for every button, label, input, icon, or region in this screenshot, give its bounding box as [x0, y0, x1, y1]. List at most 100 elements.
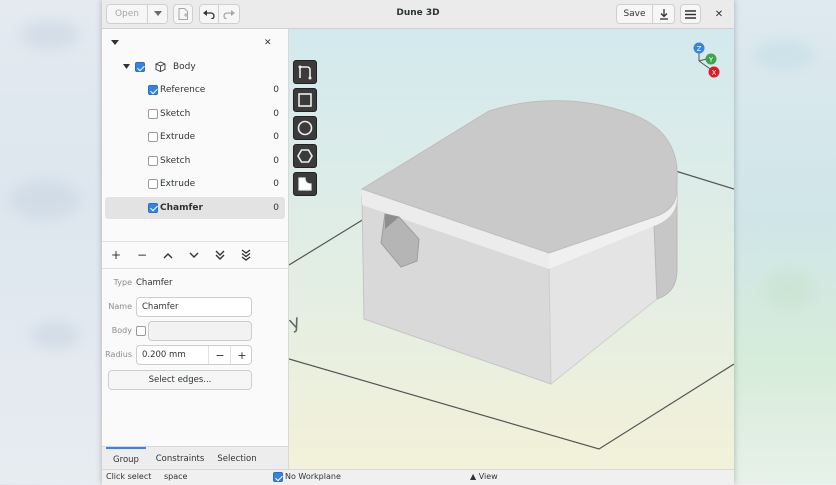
tool-hexagon[interactable]	[293, 144, 317, 168]
draw-path-icon	[298, 65, 312, 80]
group-count: 0	[273, 85, 279, 95]
remove-group-button[interactable]: −	[134, 247, 150, 263]
ground-label: y	[289, 311, 304, 334]
tree-row-group[interactable]: Sketch 0	[105, 103, 285, 125]
type-label: Type	[113, 278, 132, 287]
3d-viewport[interactable]: y Z Y X	[289, 29, 734, 469]
model-canvas: y	[289, 100, 734, 450]
group-label: Sketch	[160, 155, 191, 166]
y-axis-label: Y	[708, 56, 714, 64]
tree-toolbar: + −	[102, 241, 288, 269]
tab-selection-label: Selection	[217, 453, 257, 464]
tree-row-group[interactable]: Extrude 0	[105, 126, 285, 148]
workplane-label: No Workplane	[285, 472, 341, 481]
tab-group-label: Group	[113, 454, 139, 465]
group-label: Chamfer	[160, 202, 203, 213]
body-cube-icon	[155, 61, 166, 72]
select-edges-button[interactable]: Select edges...	[108, 370, 252, 390]
tool-fillet[interactable]	[293, 172, 317, 196]
axis-gizmo[interactable]: Z Y X	[687, 41, 723, 79]
group-label: Sketch	[160, 108, 191, 119]
main-menu-button[interactable]	[680, 4, 701, 24]
sidebar-tabs: Group Constraints Selection	[102, 446, 288, 470]
body-prop-label: Body	[111, 326, 132, 335]
group-count: 0	[273, 132, 279, 142]
add-group-button[interactable]: +	[108, 247, 124, 263]
type-value: Chamfer	[136, 278, 173, 288]
tab-selection[interactable]: Selection	[214, 447, 260, 470]
tree-row-group[interactable]: Chamfer 0	[105, 196, 285, 219]
group-label: Extrude	[160, 179, 196, 189]
minus-icon: −	[136, 248, 148, 262]
group-count: 0	[273, 179, 279, 189]
double-chevron-down-icon	[215, 250, 225, 260]
tree-row-group[interactable]: Sketch 0	[105, 150, 285, 172]
download-icon	[659, 8, 668, 20]
group-visible-checkbox[interactable]	[148, 202, 158, 213]
tree-row-group[interactable]: Reference 0	[105, 79, 285, 101]
name-label: Name	[108, 302, 132, 311]
group-visible-checkbox[interactable]	[148, 85, 158, 95]
move-up-button[interactable]	[160, 247, 176, 263]
move-to-bottom-button[interactable]	[238, 247, 254, 263]
group-properties: Type Chamfer Name Chamfer Body Radius 0.…	[102, 268, 288, 446]
group-visible-checkbox[interactable]	[148, 179, 158, 189]
circle-icon	[297, 120, 313, 136]
save-label: Save	[623, 9, 646, 19]
save-button[interactable]: Save	[616, 4, 653, 24]
header-bar: Open Dune 3D Save ✕	[102, 0, 734, 29]
radius-decrement[interactable]: −	[208, 346, 231, 364]
body-label: Body	[173, 62, 196, 72]
radius-increment[interactable]: +	[230, 346, 253, 364]
body-prop-checkbox[interactable]	[136, 326, 146, 336]
rectangle-icon	[298, 93, 312, 107]
group-label: Extrude	[160, 132, 196, 142]
tab-group[interactable]: Group	[106, 447, 146, 470]
tool-draw-path[interactable]	[293, 60, 317, 84]
status-bar: Click select space No Workplane ▲ View	[102, 469, 734, 485]
close-icon: ✕	[714, 8, 724, 20]
radius-value: 0.200 mm	[142, 350, 186, 360]
move-down-more-button[interactable]	[212, 247, 228, 263]
close-tree-icon[interactable]: ✕	[264, 38, 272, 48]
move-down-button[interactable]	[186, 247, 202, 263]
tree-row-body[interactable]: Body	[105, 56, 285, 78]
desktop-background-right	[734, 0, 836, 484]
sidebar: ✕ Body Reference 0 Sketch 0 Extrude 0 Sketch 0 E…	[102, 29, 289, 470]
radius-label: Radius	[105, 350, 132, 359]
expander-icon[interactable]	[123, 64, 130, 70]
name-field[interactable]: Chamfer	[136, 297, 252, 317]
hexagon-icon	[297, 149, 313, 163]
tool-rectangle[interactable]	[293, 88, 317, 112]
chevron-down-icon	[189, 252, 199, 258]
x-axis-label: X	[712, 69, 717, 77]
view-menu-button[interactable]: ▲ View	[470, 472, 498, 481]
collapse-tree-icon[interactable]	[111, 40, 119, 46]
body-name-field[interactable]	[148, 321, 252, 341]
z-axis-label: Z	[697, 45, 702, 53]
close-window-button[interactable]: ✕	[709, 4, 729, 24]
group-visible-checkbox[interactable]	[148, 155, 158, 166]
tab-constraints-label: Constraints	[155, 453, 205, 464]
name-field-value: Chamfer	[142, 302, 179, 312]
radius-spinbutton[interactable]: 0.200 mm − +	[136, 345, 252, 365]
group-visible-checkbox[interactable]	[148, 108, 158, 119]
tree-header: ✕	[102, 29, 288, 57]
group-count: 0	[273, 202, 279, 213]
hamburger-menu-icon	[685, 9, 696, 19]
group-label: Reference	[160, 85, 206, 95]
workplane-checkbox[interactable]	[273, 472, 283, 482]
triple-chevron-down-icon	[241, 249, 251, 261]
tree-row-group[interactable]: Extrude 0	[105, 173, 285, 195]
plus-icon: +	[110, 248, 122, 262]
group-count: 0	[273, 155, 279, 166]
desktop-background-left	[0, 0, 102, 484]
tab-constraints[interactable]: Constraints	[152, 447, 208, 470]
fillet-icon	[298, 177, 312, 191]
tool-circle[interactable]	[293, 116, 317, 140]
select-edges-label: Select edges...	[148, 375, 212, 385]
export-button[interactable]	[653, 4, 675, 24]
body-checkbox[interactable]	[135, 62, 145, 72]
group-visible-checkbox[interactable]	[148, 132, 158, 142]
group-count: 0	[273, 108, 279, 119]
